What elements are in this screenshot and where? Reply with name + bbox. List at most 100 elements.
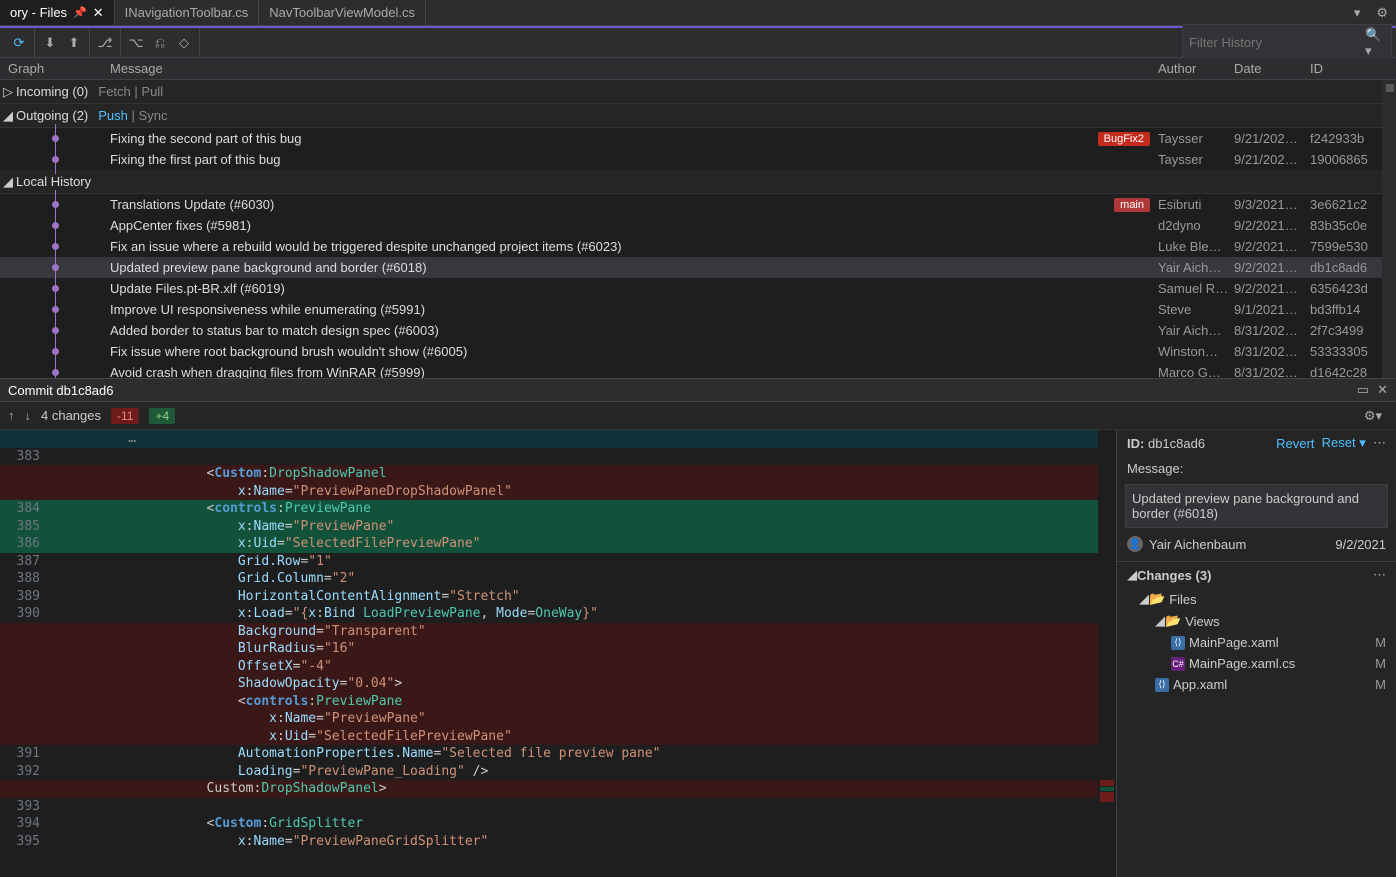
- section-local[interactable]: ◢ Local History: [0, 170, 1396, 194]
- chevron-right-icon: ▷: [0, 84, 16, 100]
- code-line[interactable]: 390 x:Load="{x:Bind LoadPreviewPane, Mod…: [0, 605, 1116, 623]
- folder-icon: 📂: [1149, 591, 1165, 607]
- next-change-icon[interactable]: ↓: [25, 408, 32, 423]
- file-name: MainPage.xaml.cs: [1189, 656, 1295, 671]
- code-line[interactable]: x:Name="PreviewPaneDropShadowPanel": [0, 483, 1116, 501]
- prev-change-icon[interactable]: ↑: [8, 408, 15, 423]
- commit-id: 19006865: [1310, 152, 1382, 167]
- tab-files[interactable]: ory - Files 📌 ✕: [0, 0, 115, 25]
- commit-author: Taysser: [1158, 152, 1234, 167]
- tabs-dropdown-icon[interactable]: ▾: [1346, 5, 1369, 21]
- code-line[interactable]: 383: [0, 448, 1116, 466]
- code-line[interactable]: 394 <Custom:GridSplitter: [0, 815, 1116, 833]
- code-line[interactable]: 386 x:Uid="SelectedFilePreviewPane": [0, 535, 1116, 553]
- show-remote-icon[interactable]: ⌥: [127, 34, 145, 52]
- code-line[interactable]: x:Name="PreviewPane": [0, 710, 1116, 728]
- commit-row[interactable]: Fixing the second part of this bugBugFix…: [0, 128, 1396, 149]
- minimap[interactable]: [1098, 430, 1116, 877]
- commit-row[interactable]: Fix issue where root background brush wo…: [0, 341, 1396, 362]
- tab-inavigationtoolbar[interactable]: INavigationToolbar.cs: [115, 0, 260, 25]
- scrollbar[interactable]: [1382, 80, 1396, 378]
- commit-row[interactable]: Translations Update (#6030)main Esibruti…: [0, 194, 1396, 215]
- pin-icon[interactable]: 📌: [73, 6, 87, 19]
- code-line[interactable]: x:Uid="SelectedFilePreviewPane": [0, 728, 1116, 746]
- commit-message[interactable]: Updated preview pane background and bord…: [1125, 484, 1388, 528]
- code-line[interactable]: <controls:PreviewPane: [0, 693, 1116, 711]
- popout-icon[interactable]: ▭: [1357, 382, 1369, 398]
- code-line[interactable]: 387 Grid.Row="1": [0, 553, 1116, 571]
- commit-row[interactable]: Improve UI responsiveness while enumerat…: [0, 299, 1396, 320]
- sync-link[interactable]: Sync: [139, 108, 168, 123]
- tag-icon[interactable]: ◇: [175, 34, 193, 52]
- graph-dot-icon: [52, 156, 59, 163]
- reset-button[interactable]: Reset ▾: [1322, 435, 1366, 451]
- section-outgoing[interactable]: ◢ Outgoing (2) Push | Sync: [0, 104, 1396, 128]
- tab-navtoolbarviewmodel[interactable]: NavToolbarViewModel.cs: [259, 0, 426, 25]
- commit-row[interactable]: Added border to status bar to match desi…: [0, 320, 1396, 341]
- fetch-link[interactable]: Fetch: [98, 84, 131, 99]
- chevron-down-icon: ◢: [1127, 567, 1137, 583]
- pull-icon[interactable]: ⬆: [65, 34, 83, 52]
- search-icon[interactable]: 🔍▾: [1365, 27, 1385, 59]
- close-icon[interactable]: ✕: [1377, 382, 1388, 398]
- show-local-icon[interactable]: ⎌: [151, 34, 169, 52]
- code-line[interactable]: 393: [0, 798, 1116, 816]
- code-line[interactable]: 389 HorizontalContentAlignment="Stretch": [0, 588, 1116, 606]
- section-incoming[interactable]: ▷ Incoming (0) Fetch | Pull: [0, 80, 1396, 104]
- header-graph[interactable]: Graph: [0, 61, 110, 76]
- changes-header[interactable]: Changes (3): [1137, 568, 1211, 583]
- line-number: 392: [0, 763, 50, 781]
- code-line[interactable]: 392 Loading="PreviewPane_Loading" />: [0, 763, 1116, 781]
- code-line[interactable]: OffsetX="-4": [0, 658, 1116, 676]
- fetch-icon[interactable]: ⬇: [41, 34, 59, 52]
- commit-message: Fix issue where root background brush wo…: [110, 344, 467, 359]
- code-line[interactable]: Custom:DropShadowPanel>: [0, 780, 1116, 798]
- message-label: Message:: [1127, 461, 1183, 476]
- tree-file[interactable]: C#MainPage.xaml.csM: [1117, 653, 1396, 674]
- more-icon[interactable]: ⋯: [1373, 435, 1386, 451]
- commit-row[interactable]: Fixing the first part of this bug Taysse…: [0, 149, 1396, 170]
- code-line[interactable]: ShadowOpacity="0.04">: [0, 675, 1116, 693]
- code-line[interactable]: 391 AutomationProperties.Name="Selected …: [0, 745, 1116, 763]
- code-line[interactable]: 388 Grid.Column="2": [0, 570, 1116, 588]
- header-id[interactable]: ID: [1310, 61, 1396, 76]
- commit-id: 7599e530: [1310, 239, 1382, 254]
- commit-author: Samuel R…: [1158, 281, 1234, 296]
- close-icon[interactable]: ✕: [93, 5, 104, 21]
- tree-file[interactable]: ⟨⟩MainPage.xamlM: [1117, 632, 1396, 653]
- code-line[interactable]: 385 x:Name="PreviewPane": [0, 518, 1116, 536]
- branch-badge: BugFix2: [1098, 132, 1150, 146]
- commit-row[interactable]: AppCenter fixes (#5981) d2dyno 9/2/2021……: [0, 215, 1396, 236]
- graph-dot-icon: [52, 264, 59, 271]
- code-line[interactable]: Background="Transparent": [0, 623, 1116, 641]
- pull-link[interactable]: Pull: [141, 84, 163, 99]
- commit-row[interactable]: Fix an issue where a rebuild would be tr…: [0, 236, 1396, 257]
- gear-icon[interactable]: ⚙: [1368, 5, 1396, 21]
- revert-button[interactable]: Revert: [1276, 436, 1314, 451]
- commit-row[interactable]: Updated preview pane background and bord…: [0, 257, 1396, 278]
- tree-folder-files[interactable]: ◢ 📂Files: [1117, 588, 1396, 610]
- diff-code-pane[interactable]: … 383 <Custom:DropShadowPanel x:Name="Pr…: [0, 430, 1116, 877]
- code-line[interactable]: 395 x:Name="PreviewPaneGridSplitter": [0, 833, 1116, 851]
- more-icon[interactable]: ⋯: [1373, 567, 1386, 583]
- header-date[interactable]: Date: [1234, 61, 1310, 76]
- code-line[interactable]: 384 <controls:PreviewPane: [0, 500, 1116, 518]
- code-line[interactable]: <Custom:DropShadowPanel: [0, 465, 1116, 483]
- commit-author: Esibruti: [1158, 197, 1234, 212]
- header-author[interactable]: Author: [1158, 61, 1234, 76]
- gear-icon[interactable]: ⚙▾: [1364, 408, 1382, 424]
- filter-history-input[interactable]: 🔍▾: [1182, 24, 1392, 62]
- push-link[interactable]: Push: [98, 108, 128, 123]
- commit-row[interactable]: Update Files.pt-BR.xlf (#6019) Samuel R……: [0, 278, 1396, 299]
- refresh-icon[interactable]: ⟳: [10, 34, 28, 52]
- commit-row[interactable]: Avoid crash when dragging files from Win…: [0, 362, 1396, 378]
- line-number: 384: [0, 500, 50, 518]
- tree-folder-views[interactable]: ◢ 📂Views: [1117, 610, 1396, 632]
- header-message[interactable]: Message: [110, 61, 1158, 76]
- tree-file[interactable]: ⟨⟩App.xamlM: [1117, 674, 1396, 695]
- chevron-down-icon: ◢: [1155, 613, 1165, 629]
- commit-id: db1c8ad6: [1148, 436, 1205, 451]
- commit-list-headers: Graph Message Author Date ID: [0, 58, 1396, 80]
- branch-icon[interactable]: ⎇: [96, 34, 114, 52]
- code-line[interactable]: BlurRadius="16": [0, 640, 1116, 658]
